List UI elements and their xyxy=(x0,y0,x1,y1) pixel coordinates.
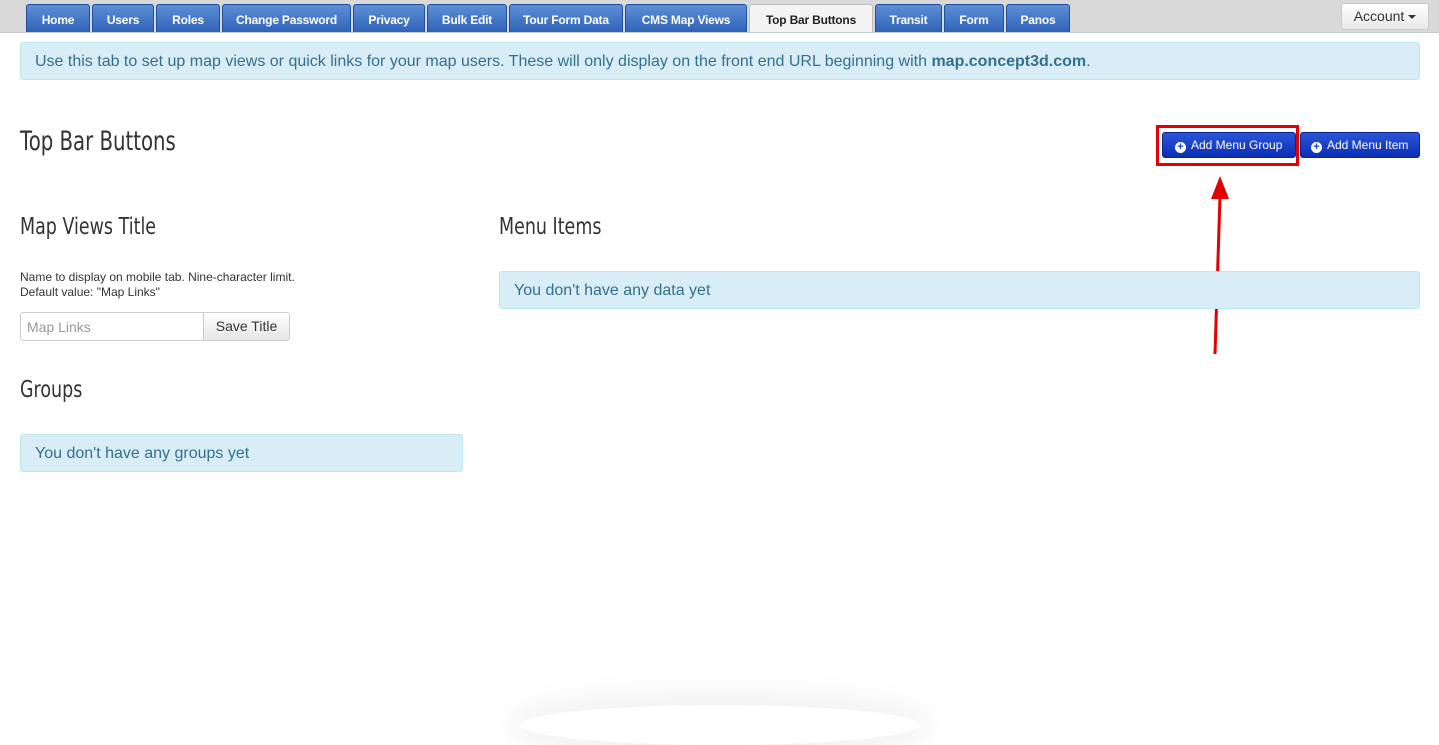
account-dropdown[interactable]: Account xyxy=(1341,3,1429,30)
map-views-help-text: Name to display on mobile tab. Nine-char… xyxy=(20,270,295,300)
tab-transit[interactable]: Transit xyxy=(875,4,942,32)
plus-circle-icon: + xyxy=(1311,142,1322,153)
info-banner-text: Use this tab to set up map views or quic… xyxy=(35,53,932,70)
info-banner-domain: map.concept3d.com xyxy=(931,53,1087,70)
groups-empty-text: You don't have any groups yet xyxy=(35,445,250,462)
add-menu-item-label: Add Menu Item xyxy=(1327,138,1409,152)
page-title: Top Bar Buttons xyxy=(20,126,176,157)
groups-heading: Groups xyxy=(20,377,83,403)
info-banner: Use this tab to set up map views or quic… xyxy=(20,42,1420,80)
help-line-1: Name to display on mobile tab. Nine-char… xyxy=(20,270,295,284)
tab-cms-map-views[interactable]: CMS Map Views xyxy=(625,4,747,32)
admin-tab-bar: Home Users Roles Change Password Privacy… xyxy=(0,0,1439,33)
tab-users[interactable]: Users xyxy=(92,4,154,32)
info-banner-suffix: . xyxy=(1086,53,1091,70)
tab-panos[interactable]: Panos xyxy=(1006,4,1070,32)
tab-tour-form-data[interactable]: Tour Form Data xyxy=(509,4,623,32)
save-title-button[interactable]: Save Title xyxy=(203,312,290,341)
tab-roles[interactable]: Roles xyxy=(156,4,220,32)
add-menu-item-button[interactable]: + Add Menu Item xyxy=(1300,132,1420,158)
bottom-shadow xyxy=(520,705,920,745)
help-line-2: Default value: "Map Links" xyxy=(20,285,160,299)
tab-top-bar-buttons[interactable]: Top Bar Buttons xyxy=(749,4,873,32)
groups-empty-alert: You don't have any groups yet xyxy=(20,434,463,472)
tab-home[interactable]: Home xyxy=(26,4,90,32)
tab-form[interactable]: Form xyxy=(944,4,1004,32)
map-views-title-heading: Map Views Title xyxy=(20,214,157,240)
tab-bulk-edit[interactable]: Bulk Edit xyxy=(427,4,507,32)
map-views-title-input[interactable] xyxy=(20,312,204,341)
menu-items-empty-alert: You don't have any data yet xyxy=(499,271,1420,309)
annotation-highlight-box xyxy=(1156,125,1299,166)
annotation-arrow-icon xyxy=(1211,176,1229,355)
menu-items-heading: Menu Items xyxy=(499,214,602,240)
account-label: Account xyxy=(1353,8,1405,24)
tab-privacy[interactable]: Privacy xyxy=(353,4,425,32)
menu-items-empty-text: You don't have any data yet xyxy=(514,282,711,299)
caret-down-icon xyxy=(1408,15,1417,20)
tab-change-password[interactable]: Change Password xyxy=(222,4,351,32)
